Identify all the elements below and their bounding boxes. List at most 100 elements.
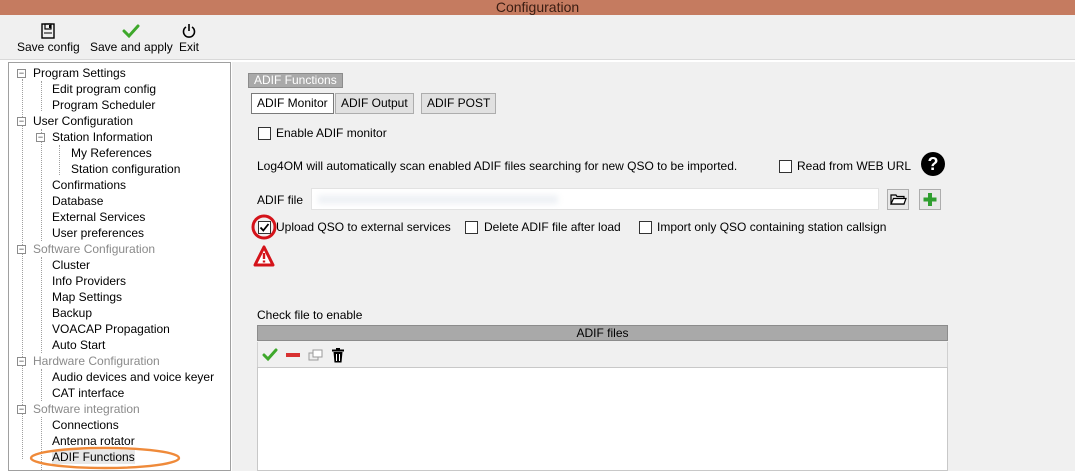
- tree-item-label: Station Information: [52, 130, 153, 144]
- power-icon: [182, 24, 196, 38]
- tab-adif-post[interactable]: ADIF POST: [421, 93, 497, 114]
- tree-item-label: Station configuration: [71, 162, 181, 176]
- tab-adif-monitor[interactable]: ADIF Monitor: [251, 93, 334, 114]
- enable-monitor-checkbox[interactable]: [258, 127, 271, 140]
- tree-item-database[interactable]: Database: [52, 193, 103, 209]
- tree-item-backup[interactable]: Backup: [52, 305, 92, 321]
- tree-item-edit-program-config[interactable]: Edit program config: [52, 81, 156, 97]
- tree-item-label: Program Scheduler: [52, 98, 156, 112]
- tree-line: [59, 145, 60, 175]
- tree-item-my-references[interactable]: My References: [71, 145, 152, 161]
- grid-toolbar: [257, 342, 948, 367]
- tree-item-label: Software integration: [33, 402, 140, 416]
- collapse-icon[interactable]: −: [17, 69, 26, 78]
- tab-adif-output[interactable]: ADIF Output: [335, 93, 414, 114]
- collapse-icon[interactable]: −: [17, 357, 26, 366]
- tree-item-label: Audio devices and voice keyer: [52, 370, 215, 384]
- adif-files-list[interactable]: [257, 367, 948, 471]
- tree-item-program-settings[interactable]: − Program Settings: [17, 65, 126, 81]
- tree-item-cat-interface[interactable]: CAT interface: [52, 385, 124, 401]
- enable-monitor-label: Enable ADIF monitor: [276, 126, 387, 140]
- tree-item-label: Cluster: [52, 258, 91, 272]
- read-from-web-checkbox[interactable]: [779, 160, 792, 173]
- tree-item-label: External Services: [52, 210, 146, 224]
- tree-item-label: Software Configuration: [33, 242, 156, 256]
- tree-item-label: Info Providers: [52, 274, 127, 288]
- tree-item-auto-start[interactable]: Auto Start: [52, 337, 105, 353]
- save-config-label: Save config: [17, 40, 80, 54]
- import-only-station-label: Import only QSO containing station calls…: [657, 220, 887, 234]
- browse-button[interactable]: [887, 189, 909, 210]
- collapse-icon[interactable]: −: [17, 117, 26, 126]
- tree-item-station-configuration[interactable]: Station configuration: [71, 161, 180, 177]
- collapse-icon[interactable]: −: [17, 405, 26, 414]
- save-and-apply-button[interactable]: Save and apply: [90, 23, 173, 54]
- tree-item-confirmations[interactable]: Confirmations: [52, 177, 126, 193]
- adif-files-header: ADIF files: [257, 325, 948, 341]
- import-only-station-checkbox[interactable]: [639, 221, 652, 234]
- collapse-icon[interactable]: −: [17, 245, 26, 254]
- tree-item-station-information[interactable]: − Station Information: [36, 129, 153, 145]
- minus-icon[interactable]: [285, 348, 301, 362]
- adif-file-input[interactable]: [311, 188, 879, 210]
- trash-icon[interactable]: [331, 348, 345, 363]
- group-title: ADIF Functions: [248, 73, 343, 88]
- tree-item-program-scheduler[interactable]: Program Scheduler: [52, 97, 155, 113]
- tree-item-user-configuration[interactable]: − User Configuration: [17, 113, 133, 129]
- check-file-label: Check file to enable: [257, 308, 363, 322]
- tree-item-hardware-configuration[interactable]: − Hardware Configuration: [17, 353, 160, 369]
- tree-line: [41, 129, 42, 241]
- green-plus-icon: [923, 193, 937, 206]
- tree-item-label: VOACAP Propagation: [52, 322, 170, 336]
- tree-item-external-services[interactable]: External Services: [52, 209, 145, 225]
- tree-item-cluster[interactable]: Cluster: [52, 257, 90, 273]
- tree-item-label: Backup: [52, 306, 93, 320]
- tree-item-audio-devices[interactable]: Audio devices and voice keyer: [52, 369, 214, 385]
- delete-after-load-checkbox[interactable]: [465, 221, 478, 234]
- tree-item-info-providers[interactable]: Info Providers: [52, 273, 126, 289]
- tree-item-software-configuration[interactable]: − Software Configuration: [17, 241, 155, 257]
- tree-item-label: Database: [52, 194, 104, 208]
- tree-item-label: Hardware Configuration: [33, 354, 160, 368]
- save-config-button[interactable]: Save config: [17, 23, 80, 54]
- tree-item-label: Auto Start: [52, 338, 106, 352]
- tree-item-label: CAT interface: [52, 386, 125, 400]
- copy-icon[interactable]: [308, 348, 324, 362]
- scan-description: Log4OM will automatically scan enabled A…: [257, 159, 738, 173]
- tree-item-software-integration[interactable]: − Software integration: [17, 401, 140, 417]
- annotation-marker: [251, 214, 277, 267]
- tree-line: [41, 257, 42, 353]
- tree-item-label: Program Settings: [33, 66, 126, 80]
- collapse-icon[interactable]: −: [36, 133, 45, 142]
- tree-item-label: User Configuration: [33, 114, 134, 128]
- floppy-disk-icon: [41, 23, 56, 39]
- add-file-button[interactable]: [919, 189, 941, 210]
- highlight-ellipse: [29, 446, 181, 470]
- tree-item-label: User preferences: [52, 226, 145, 240]
- tree-item-label: Edit program config: [52, 82, 157, 96]
- tree-item-connections[interactable]: Connections: [52, 417, 119, 433]
- exit-button[interactable]: Exit: [179, 23, 199, 54]
- save-and-apply-label: Save and apply: [90, 40, 173, 54]
- tree-item-label: Connections: [52, 418, 119, 432]
- green-check-icon: [122, 24, 140, 39]
- tree-item-label: Confirmations: [52, 178, 127, 192]
- adif-functions-panel: ADIF Functions ADIF Monitor ADIF Output …: [232, 62, 1075, 471]
- adif-file-label: ADIF file: [257, 193, 304, 207]
- tree-item-map-settings[interactable]: Map Settings: [52, 289, 122, 305]
- tree-line: [41, 369, 42, 401]
- toolbar: Save config Save and apply Exit: [0, 15, 1075, 60]
- folder-open-icon: [890, 194, 907, 205]
- window-title: Configuration: [0, 0, 1075, 15]
- exit-label: Exit: [179, 40, 200, 54]
- tree-item-label: My References: [71, 146, 152, 160]
- delete-after-load-label: Delete ADIF file after load: [484, 220, 621, 234]
- settings-tree[interactable]: − Program Settings Edit program config P…: [8, 62, 231, 471]
- tree-item-label: Map Settings: [52, 290, 123, 304]
- tree-item-user-preferences[interactable]: User preferences: [52, 225, 144, 241]
- check-icon[interactable]: [262, 348, 278, 362]
- question-mark-icon[interactable]: ?: [921, 152, 945, 176]
- upload-qso-label: Upload QSO to external services: [276, 220, 451, 234]
- read-from-web-label: Read from WEB URL: [797, 159, 912, 173]
- tree-item-voacap-propagation[interactable]: VOACAP Propagation: [52, 321, 170, 337]
